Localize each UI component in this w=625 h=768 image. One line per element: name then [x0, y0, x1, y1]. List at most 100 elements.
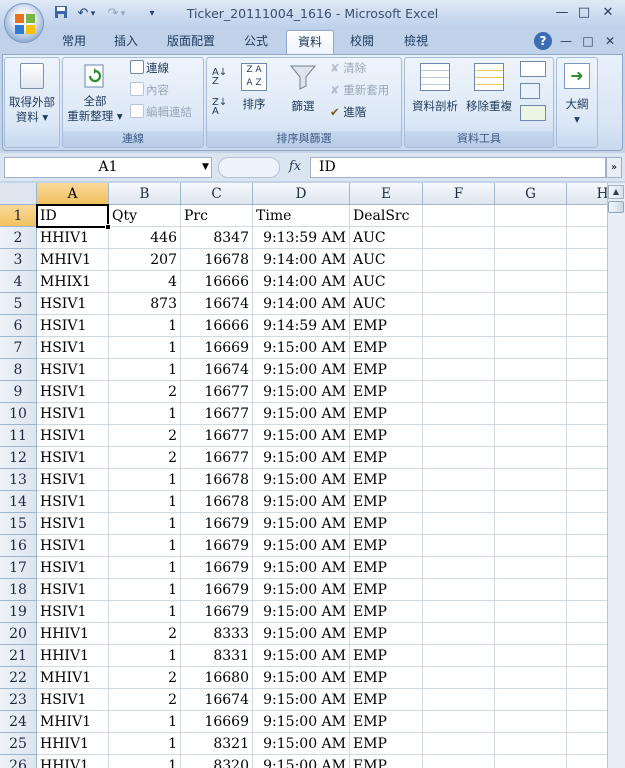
cell-a[interactable]: HSIV1	[37, 403, 109, 425]
cell-d[interactable]: Time	[253, 205, 350, 227]
cell-b[interactable]: 207	[109, 249, 181, 271]
cell-a[interactable]: HHIV1	[37, 755, 109, 768]
cell-f[interactable]	[423, 403, 495, 425]
cell-c[interactable]: 16680	[181, 667, 253, 689]
cell-b[interactable]: 1	[109, 491, 181, 513]
cell-e[interactable]: EMP	[350, 623, 423, 645]
row-header[interactable]: 2	[0, 227, 37, 249]
cell-g[interactable]	[495, 689, 567, 711]
cell-c[interactable]: 16674	[181, 359, 253, 381]
cell-b[interactable]: 873	[109, 293, 181, 315]
cell-c[interactable]: 8331	[181, 645, 253, 667]
cell-b[interactable]: 1	[109, 711, 181, 733]
cell-f[interactable]	[423, 469, 495, 491]
cell-d[interactable]: 9:14:00 AM	[253, 271, 350, 293]
cell-d[interactable]: 9:15:00 AM	[253, 535, 350, 557]
cell-g[interactable]	[495, 337, 567, 359]
cell-b[interactable]: 2	[109, 689, 181, 711]
cell-g[interactable]	[495, 205, 567, 227]
insert-function-button[interactable]: fx	[284, 157, 306, 178]
cell-g[interactable]	[495, 491, 567, 513]
cell-e[interactable]: EMP	[350, 733, 423, 755]
cell-f[interactable]	[423, 733, 495, 755]
cell-h[interactable]	[567, 755, 607, 768]
vertical-scrollbar[interactable]	[607, 183, 625, 768]
cell-c[interactable]: 16678	[181, 469, 253, 491]
cell-h[interactable]	[567, 645, 607, 667]
text-to-columns-button[interactable]: 資料剖析	[408, 60, 462, 130]
cell-h[interactable]	[567, 293, 607, 315]
tab-home[interactable]: 常用	[52, 30, 96, 54]
cell-d[interactable]: 9:15:00 AM	[253, 755, 350, 768]
cell-b[interactable]: 1	[109, 535, 181, 557]
tab-review[interactable]: 校閱	[340, 30, 384, 54]
cell-e[interactable]: EMP	[350, 645, 423, 667]
column-header-e[interactable]: E	[350, 183, 423, 205]
cell-b[interactable]: 2	[109, 447, 181, 469]
cell-d[interactable]: 9:15:00 AM	[253, 337, 350, 359]
cell-g[interactable]	[495, 711, 567, 733]
row-header[interactable]: 23	[0, 689, 37, 711]
row-header[interactable]: 6	[0, 315, 37, 337]
cell-g[interactable]	[495, 315, 567, 337]
cell-e[interactable]: EMP	[350, 579, 423, 601]
cell-b[interactable]: 2	[109, 623, 181, 645]
cell-b[interactable]: 2	[109, 425, 181, 447]
cell-c[interactable]: 8320	[181, 755, 253, 768]
cell-g[interactable]	[495, 513, 567, 535]
cell-h[interactable]	[567, 447, 607, 469]
select-all-button[interactable]	[0, 183, 37, 205]
cell-f[interactable]	[423, 711, 495, 733]
cell-g[interactable]	[495, 601, 567, 623]
tab-formulas[interactable]: 公式	[234, 30, 278, 54]
cell-h[interactable]	[567, 535, 607, 557]
cell-a[interactable]: HSIV1	[37, 557, 109, 579]
row-header[interactable]: 10	[0, 403, 37, 425]
cell-a[interactable]: MHIV1	[37, 667, 109, 689]
cell-c[interactable]: 16677	[181, 381, 253, 403]
cell-d[interactable]: 9:15:00 AM	[253, 711, 350, 733]
row-header[interactable]: 19	[0, 601, 37, 623]
cell-e[interactable]: EMP	[350, 667, 423, 689]
cell-a[interactable]: HHIV1	[37, 227, 109, 249]
row-header[interactable]: 4	[0, 271, 37, 293]
row-header[interactable]: 3	[0, 249, 37, 271]
cell-f[interactable]	[423, 249, 495, 271]
cell-f[interactable]	[423, 579, 495, 601]
cell-d[interactable]: 9:15:00 AM	[253, 469, 350, 491]
cell-f[interactable]	[423, 755, 495, 768]
connections-button[interactable]: 連線	[130, 59, 169, 77]
cell-d[interactable]: 9:15:00 AM	[253, 601, 350, 623]
cell-e[interactable]: EMP	[350, 337, 423, 359]
cell-b[interactable]: 1	[109, 337, 181, 359]
cell-e[interactable]: EMP	[350, 469, 423, 491]
cell-h[interactable]	[567, 227, 607, 249]
column-header-d[interactable]: D	[253, 183, 350, 205]
cell-e[interactable]: EMP	[350, 535, 423, 557]
cell-f[interactable]	[423, 227, 495, 249]
cell-a[interactable]: HSIV1	[37, 293, 109, 315]
row-header[interactable]: 17	[0, 557, 37, 579]
cell-a[interactable]: HHIV1	[37, 623, 109, 645]
cell-h[interactable]	[567, 623, 607, 645]
cell-f[interactable]	[423, 645, 495, 667]
cell-b[interactable]: 1	[109, 579, 181, 601]
cell-a[interactable]: HSIV1	[37, 535, 109, 557]
cell-e[interactable]: EMP	[350, 381, 423, 403]
cell-g[interactable]	[495, 667, 567, 689]
cell-b[interactable]: 446	[109, 227, 181, 249]
column-header-c[interactable]: C	[181, 183, 253, 205]
consolidate-icon[interactable]	[520, 83, 540, 99]
cell-b[interactable]: 2	[109, 381, 181, 403]
cell-g[interactable]	[495, 579, 567, 601]
row-header[interactable]: 8	[0, 359, 37, 381]
cell-c[interactable]: 16679	[181, 513, 253, 535]
cell-b[interactable]: 4	[109, 271, 181, 293]
cell-d[interactable]: 9:15:00 AM	[253, 447, 350, 469]
cell-g[interactable]	[495, 469, 567, 491]
close-button[interactable]: ✕	[598, 4, 618, 22]
cell-h[interactable]	[567, 667, 607, 689]
worksheet-grid[interactable]: ABCDEFGH 1 ID Qty Prc Time DealSrc 2 HHIV1 446 83…	[0, 183, 607, 768]
cell-d[interactable]: 9:15:00 AM	[253, 557, 350, 579]
cell-d[interactable]: 9:14:00 AM	[253, 249, 350, 271]
